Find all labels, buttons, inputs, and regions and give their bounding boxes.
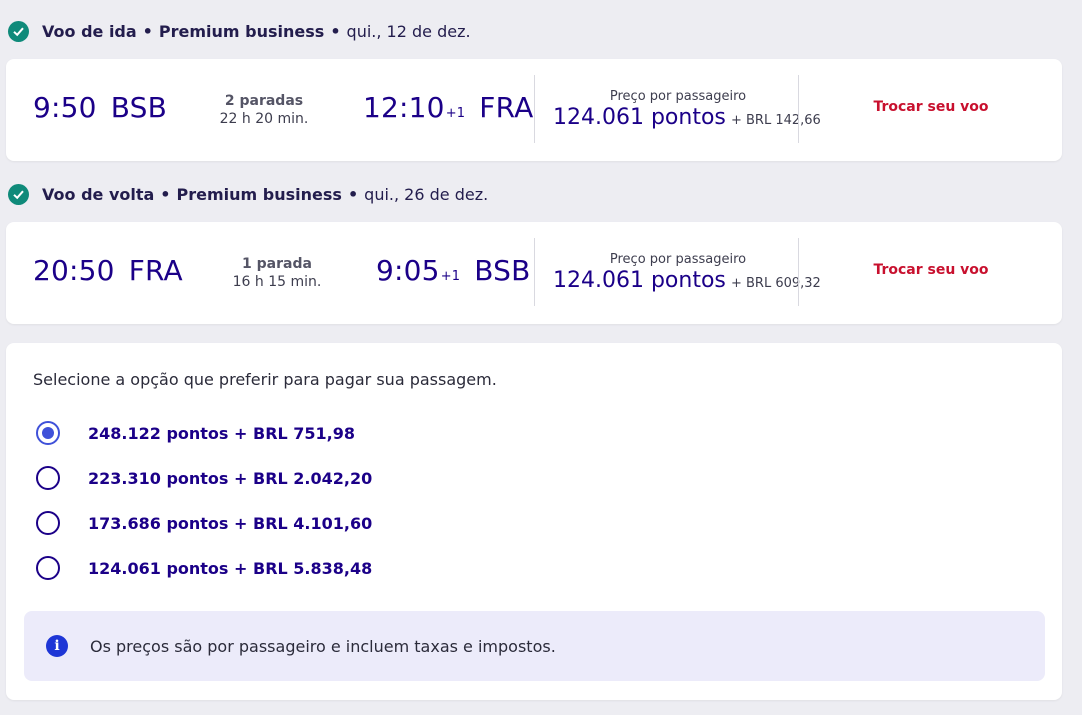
departure-time: 20:50 (33, 254, 115, 287)
payment-option[interactable]: 124.061 pontos + BRL 5.838,48 (36, 553, 372, 583)
payment-option[interactable]: 223.310 pontos + BRL 2.042,20 (36, 463, 372, 493)
outbound-departure: 9:50 BSB (33, 91, 167, 124)
info-icon: i (46, 635, 68, 657)
payment-option[interactable]: 248.122 pontos + BRL 751,98 (36, 418, 355, 448)
divider (534, 75, 535, 143)
outbound-arrival: 12:10+1 FRA (363, 91, 533, 124)
info-banner: i Os preços são por passageiro e incluem… (24, 611, 1045, 681)
separator-dot: • (347, 184, 359, 204)
radio-button[interactable] (36, 466, 60, 490)
price-points: 124.061 pontos (553, 268, 726, 293)
arrival-time: 12:10 (363, 91, 445, 124)
return-trip-label: Voo de volta (42, 184, 155, 204)
separator-dot: • (330, 21, 341, 41)
outbound-price: Preço por passageiro 124.061 pontos + BR… (553, 89, 821, 130)
next-day-indicator: +1 (440, 269, 461, 284)
divider (798, 238, 799, 306)
departure-airport: BSB (110, 91, 167, 124)
payment-option-label[interactable]: 223.310 pontos + BRL 2.042,20 (88, 469, 372, 488)
return-date: qui., 26 de dez. (364, 184, 489, 204)
separator-dot: • (142, 21, 153, 41)
outbound-header: Voo de ida • Premium business • qui., 12… (8, 18, 471, 44)
check-circle-icon (8, 183, 29, 205)
radio-button[interactable] (36, 511, 60, 535)
outbound-cabin: Premium business (158, 21, 325, 41)
arrival-airport: FRA (479, 91, 534, 124)
return-departure: 20:50 FRA (33, 254, 183, 287)
price-label: Preço por passageiro (609, 89, 747, 104)
return-price: Preço por passageiro 124.061 pontos + BR… (553, 252, 821, 293)
change-outbound-flight-link[interactable]: Trocar seu voo (806, 99, 1056, 115)
payment-option-label[interactable]: 173.686 pontos + BRL 4.101,60 (88, 514, 372, 533)
departure-airport: FRA (128, 254, 183, 287)
separator-dot: • (160, 184, 171, 204)
divider (798, 75, 799, 143)
arrival-time: 9:05 (376, 254, 440, 287)
info-text: Os preços são por passageiro e incluem t… (90, 636, 556, 656)
payment-option-label[interactable]: 124.061 pontos + BRL 5.838,48 (88, 559, 372, 578)
return-cabin: Premium business (176, 184, 342, 204)
flight-duration: 22 h 20 min. (219, 111, 309, 127)
next-day-indicator: +1 (445, 106, 466, 121)
price-brl: + BRL 609,32 (730, 276, 821, 291)
price-points: 124.061 pontos (553, 105, 726, 130)
payment-option-label[interactable]: 248.122 pontos + BRL 751,98 (88, 424, 355, 443)
outbound-flight-card: 9:50 BSB 2 paradas 22 h 20 min. 12:10+1 FR… (6, 59, 1062, 161)
departure-time: 9:50 (33, 91, 97, 124)
divider (534, 238, 535, 306)
payment-title: Selecione a opção que preferir para paga… (33, 370, 497, 389)
radio-button-selected[interactable] (36, 421, 60, 445)
return-flight-card: 20:50 FRA 1 parada 16 h 15 min. 9:05+1 BSB… (6, 222, 1062, 324)
price-brl: + BRL 142,66 (730, 113, 821, 128)
arrival-airport: BSB (474, 254, 531, 287)
change-return-flight-link[interactable]: Trocar seu voo (806, 262, 1056, 278)
payment-options-card: Selecione a opção que preferir para paga… (6, 343, 1062, 700)
stop-count: 1 parada (242, 256, 312, 272)
return-arrival: 9:05+1 BSB (376, 254, 531, 287)
check-circle-icon (8, 20, 29, 42)
outbound-stops: 2 paradas 22 h 20 min. (199, 92, 329, 128)
price-label: Preço por passageiro (609, 252, 747, 267)
payment-option[interactable]: 173.686 pontos + BRL 4.101,60 (36, 508, 372, 538)
outbound-date: qui., 12 de dez. (346, 21, 471, 41)
outbound-trip-label: Voo de ida (42, 21, 137, 41)
radio-button[interactable] (36, 556, 60, 580)
return-header: Voo de volta • Premium business • qui., … (8, 181, 488, 207)
return-stops: 1 parada 16 h 15 min. (212, 255, 342, 291)
stop-count: 2 paradas (224, 93, 304, 109)
flight-duration: 16 h 15 min. (232, 274, 322, 290)
